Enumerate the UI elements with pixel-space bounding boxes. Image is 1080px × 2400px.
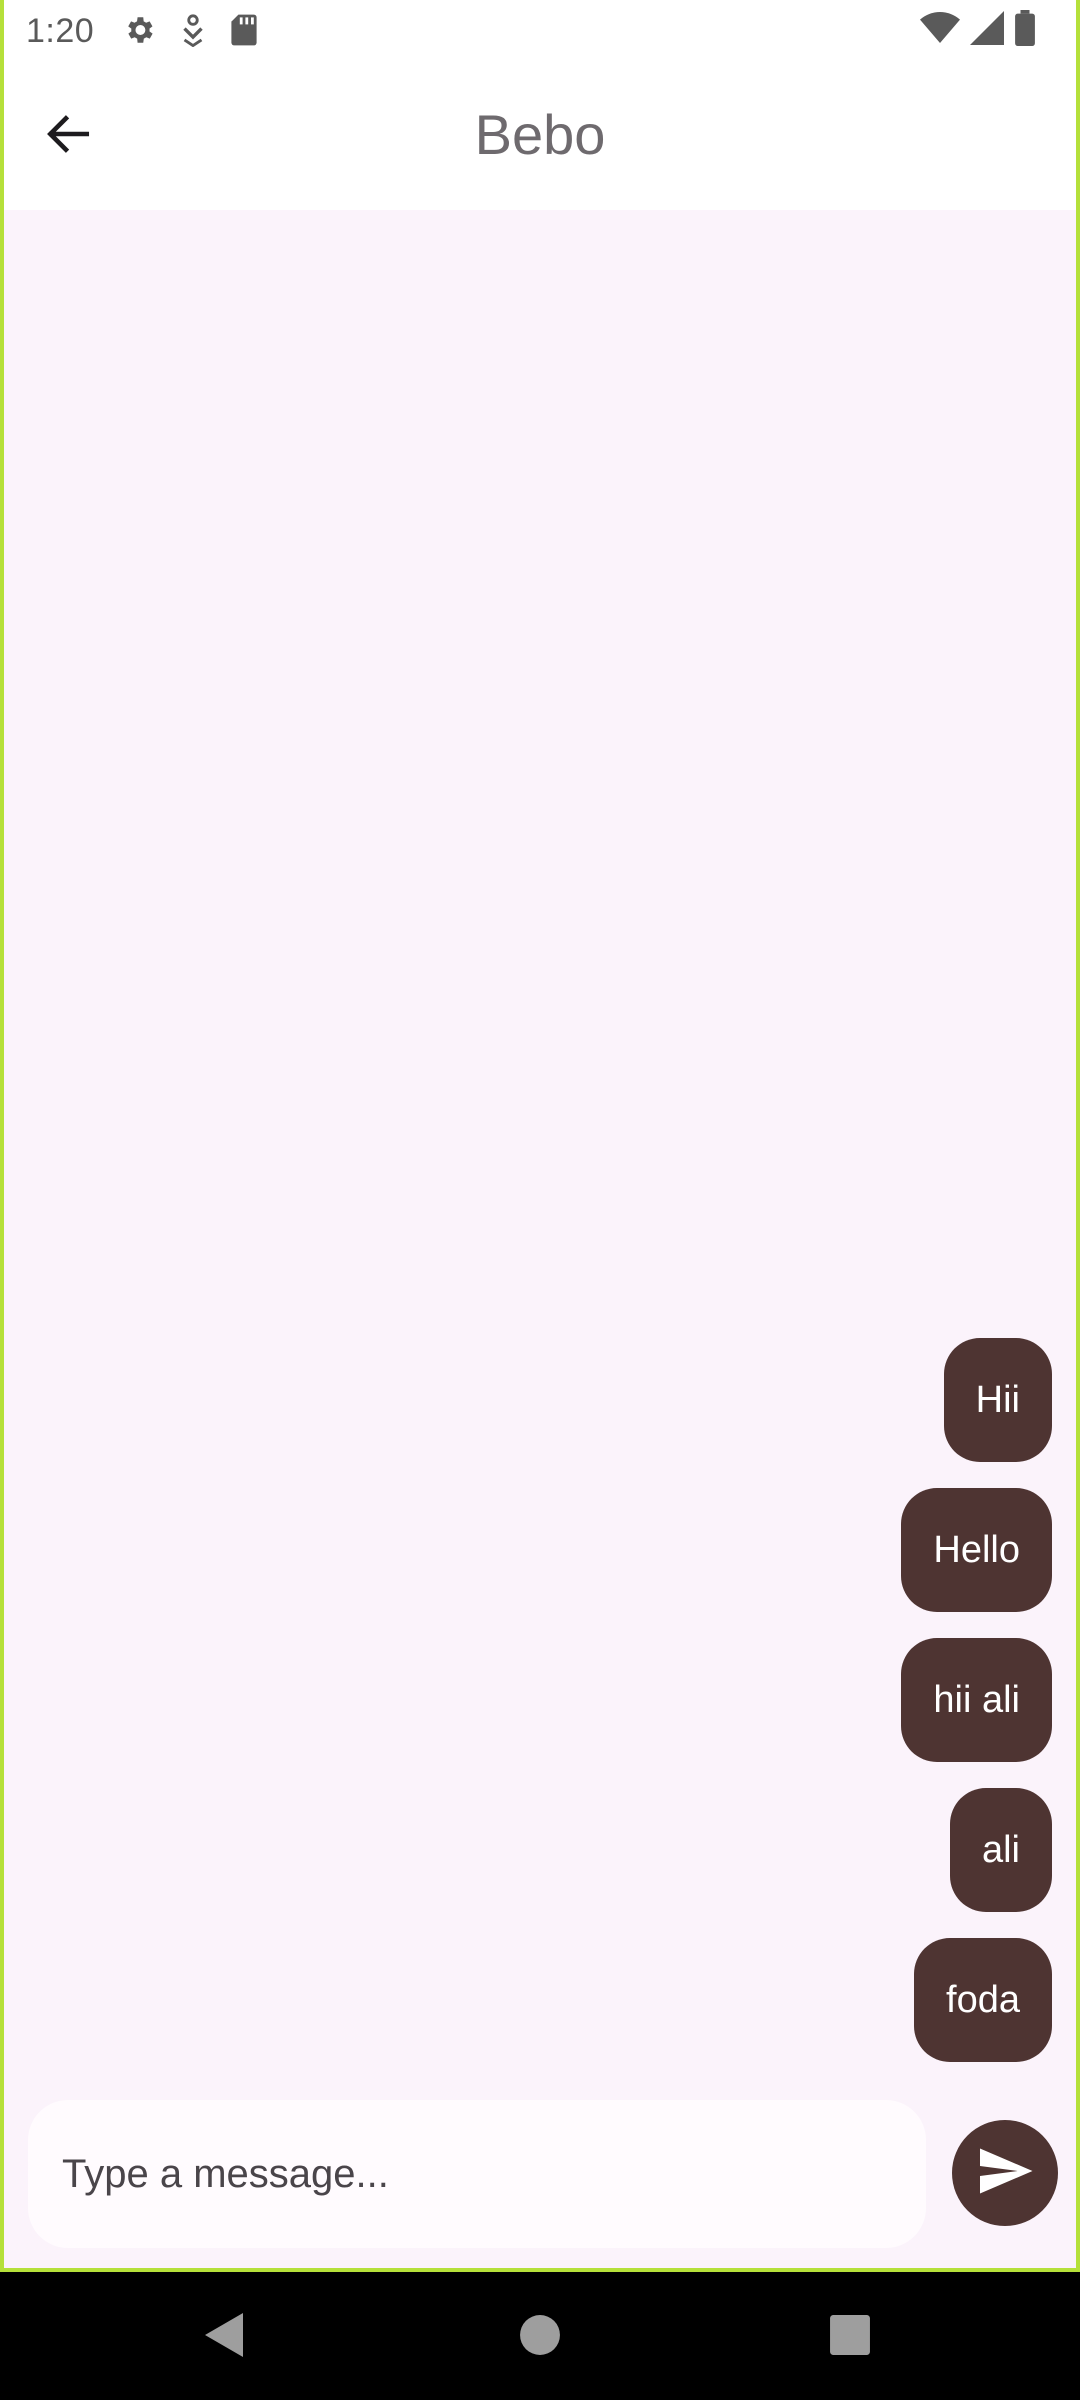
battery-icon <box>1014 9 1036 51</box>
cell-signal-icon <box>970 10 1004 50</box>
chat-title: Bebo <box>474 103 606 166</box>
message-list: Hii Hello hii ali ali foda <box>901 1338 1052 2062</box>
message-bubble[interactable]: Hii <box>943 1338 1052 1462</box>
message-bubble[interactable]: hii ali <box>901 1638 1052 1762</box>
sd-card-icon <box>230 13 258 52</box>
message-bubble[interactable]: ali <box>949 1788 1052 1912</box>
message-input-container <box>28 2100 926 2248</box>
message-bubble[interactable]: Hello <box>901 1488 1052 1612</box>
send-icon <box>975 2141 1035 2206</box>
nav-home-button[interactable] <box>505 2302 575 2372</box>
wifi-icon <box>920 11 960 50</box>
status-bar: 1:20 <box>4 0 1076 64</box>
system-navigation-bar <box>0 2272 1080 2400</box>
nav-recents-button[interactable] <box>815 2302 885 2372</box>
status-notification-icons <box>122 13 258 52</box>
message-input[interactable] <box>28 2100 926 2248</box>
settings-icon <box>122 13 156 52</box>
home-circle-icon <box>519 2314 561 2361</box>
app-screen: 1:20 Bebo Hii Hello hii ali ali foda Typ… <box>0 0 1080 2272</box>
status-system-icons <box>920 9 1036 51</box>
send-button[interactable] <box>952 2120 1058 2226</box>
device-frame: 1:20 Bebo Hii Hello hii ali ali foda Typ… <box>0 0 1080 2400</box>
nav-back-button[interactable] <box>190 2302 260 2372</box>
download-icon <box>178 13 208 52</box>
recents-square-icon <box>829 2314 871 2361</box>
back-triangle-icon <box>203 2311 247 2364</box>
app-bar: Bebo <box>4 64 1076 210</box>
status-time: 1:20 <box>26 12 95 50</box>
message-bubble[interactable]: foda <box>914 1938 1052 2062</box>
